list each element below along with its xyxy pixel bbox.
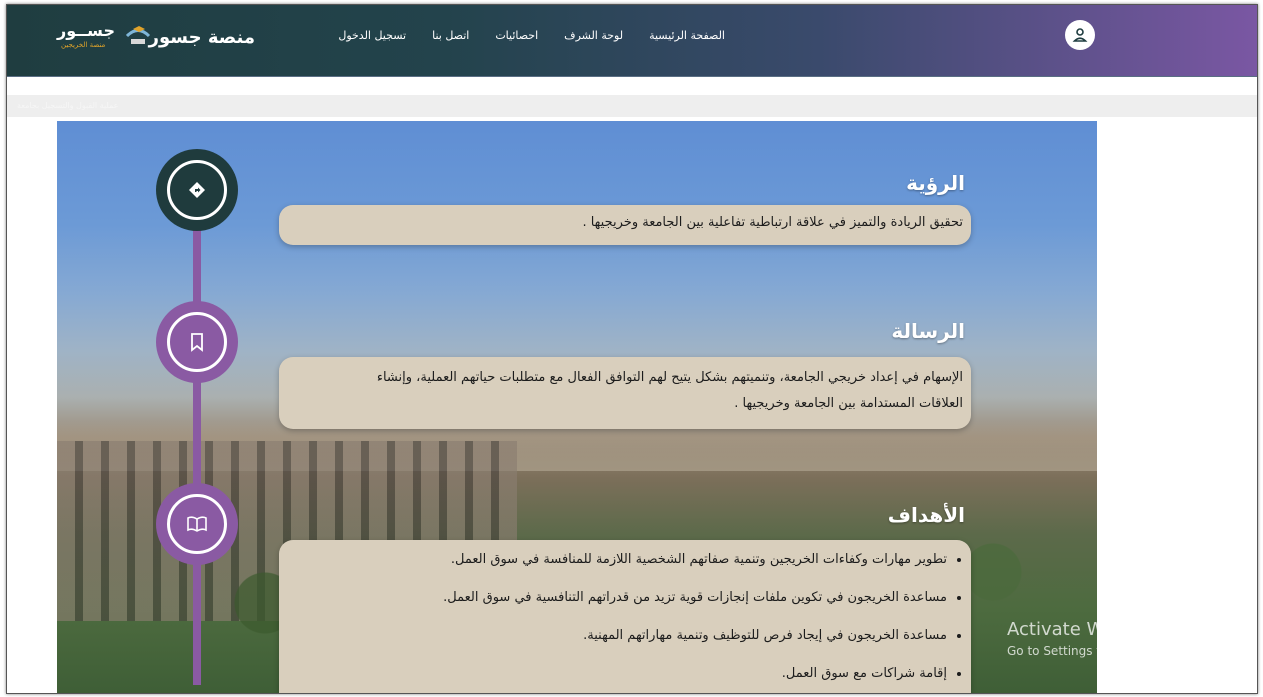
goals-list: تطوير مهارات وكفاءات الخريجين وتنمية صفا… — [289, 552, 961, 682]
top-navbar: الصفحة الرئيسية لوحة الشرف احصائيات اتصل… — [7, 5, 1257, 77]
logo-word: جســور — [57, 21, 115, 40]
brand-logo: جســور منصة الخريجين — [55, 19, 155, 55]
user-icon — [1072, 28, 1088, 42]
mission-card: الإسهام في إعداد خريجي الجامعة، وتنميتهم… — [279, 357, 971, 429]
vision-card: تحقيق الريادة والتميز في علاقة ارتباطية … — [279, 205, 971, 245]
mission-text-line-1: الإسهام في إعداد خريجي الجامعة، وتنميتهم… — [376, 370, 963, 385]
brand-title: منصة جسور — [148, 27, 255, 48]
browser-frame: الصفحة الرئيسية لوحة الشرف احصائيات اتصل… — [6, 4, 1258, 694]
vision-marker — [156, 149, 238, 231]
nav-home[interactable]: الصفحة الرئيسية — [649, 29, 725, 42]
logo-subtitle: منصة الخريجين — [61, 41, 106, 49]
main-menu: الصفحة الرئيسية لوحة الشرف احصائيات اتصل… — [338, 29, 725, 42]
watermark-title: Activate Windows — [1007, 619, 1167, 640]
mission-marker — [156, 301, 238, 383]
nav-honor-board[interactable]: لوحة الشرف — [564, 29, 623, 42]
direction-sign-icon — [189, 182, 205, 198]
open-book-icon — [187, 516, 207, 532]
goal-item: مساعدة الخريجون في تكوين ملفات إنجازات ق… — [289, 590, 947, 606]
goal-item: تطوير مهارات وكفاءات الخريجين وتنمية صفا… — [289, 552, 947, 568]
nav-statistics[interactable]: احصائيات — [495, 29, 538, 42]
nav-contact-us[interactable]: اتصل بنا — [432, 29, 469, 42]
goal-item: مساعدة الخريجون في إيجاد فرص للتوظيف وتن… — [289, 628, 947, 644]
brand[interactable]: منصة جسور جســور منصة الخريجين — [55, 19, 255, 55]
bookmark-icon — [191, 333, 203, 352]
user-account-button[interactable] — [1065, 20, 1095, 50]
mission-text-line-2: العلاقات المستدامة بين الجامعة وخريجيها … — [734, 396, 963, 411]
white-strip — [7, 77, 1257, 95]
vision-text: تحقيق الريادة والتميز في علاقة ارتباطية … — [582, 215, 963, 230]
goal-item: إقامة شراكات مع سوق العمل. — [289, 666, 947, 682]
timeline-line — [193, 205, 201, 685]
windows-activation-watermark: Activate Windows Go to Settings to activ… — [1007, 619, 1222, 658]
goals-card: تطوير مهارات وكفاءات الخريجين وتنمية صفا… — [279, 540, 971, 693]
announcement-bar: عملية القبول والتسجيل بجامعة — [7, 95, 1257, 117]
mission-title: الرسالة — [891, 319, 965, 343]
watermark-subtitle: Go to Settings to activate Windows. — [1007, 644, 1222, 658]
nav-login[interactable]: تسجيل الدخول — [338, 29, 406, 42]
goals-marker — [156, 483, 238, 565]
vision-title: الرؤية — [906, 171, 965, 195]
goals-title: الأهداف — [887, 503, 965, 527]
graduation-cap-icon — [125, 26, 151, 44]
